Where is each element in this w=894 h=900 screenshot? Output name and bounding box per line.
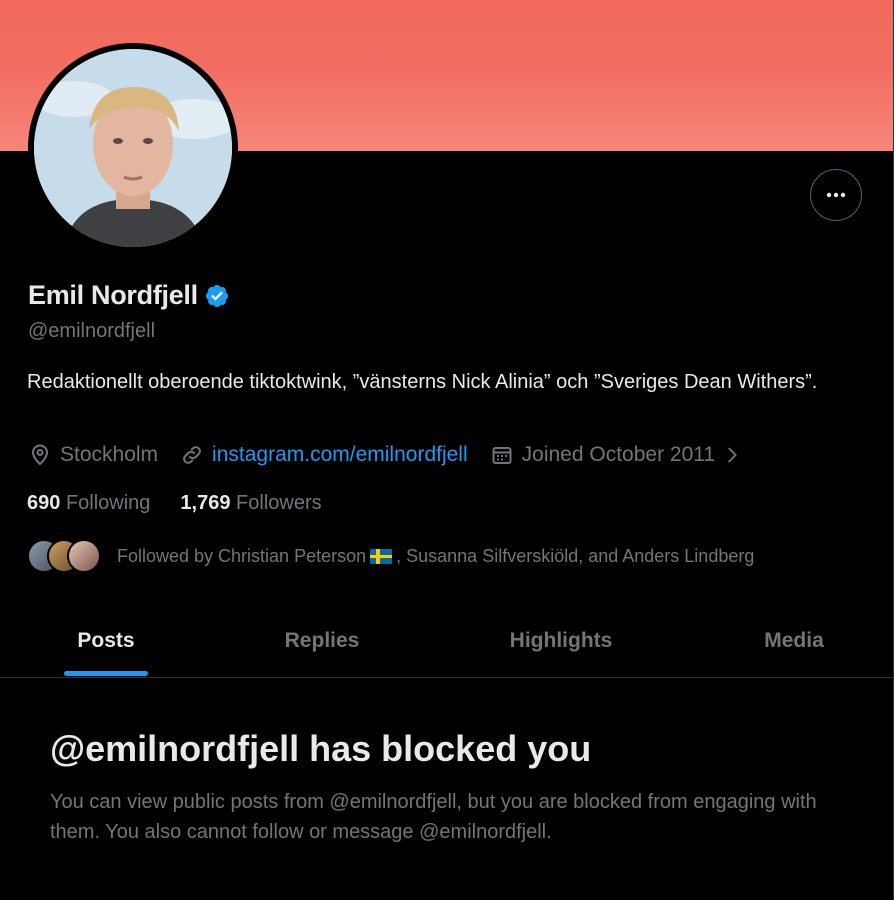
profile-avatar[interactable] — [28, 43, 238, 253]
profile-tabs: Posts Replies Highlights Media — [0, 605, 894, 678]
profile-bio: Redaktionellt oberoende tiktoktwink, ”vä… — [27, 371, 818, 393]
following-link[interactable]: 690 Following — [27, 492, 150, 515]
following-count: 690 — [27, 492, 61, 514]
followers-link[interactable]: 1,769 Followers — [180, 492, 321, 515]
followed-by-prefix: Followed by Christian Peterson — [117, 545, 367, 566]
follow-stats: 690 Following 1,769 Followers — [27, 492, 352, 515]
profile-name: Emil Nordfjell — [28, 280, 198, 310]
followed-by-suffix: , Susanna Silfverskiöld, and Anders Lind… — [396, 545, 755, 566]
more-options-button[interactable] — [810, 169, 862, 221]
profile-joined[interactable]: Joined October 2011 — [490, 443, 743, 467]
avatar-photo — [34, 49, 232, 247]
verified-badge-icon[interactable] — [204, 283, 230, 309]
sweden-flag-icon — [370, 548, 393, 564]
followed-by-text: Followed by Christian Peterson , Susanna… — [117, 546, 754, 567]
link-icon — [183, 446, 201, 464]
active-tab-indicator — [64, 671, 148, 676]
website-link[interactable]: instagram.com/emilnordfjell — [212, 443, 468, 467]
following-label: Following — [65, 492, 151, 514]
avatar — [67, 539, 101, 573]
joined-text: Joined October 2011 — [521, 443, 716, 466]
tab-posts[interactable]: Posts — [20, 605, 192, 677]
calendar-icon — [492, 447, 512, 464]
location-text: Stockholm — [60, 443, 159, 466]
blocked-message: You can view public posts from @emilnord… — [50, 791, 817, 843]
profile-meta-row: Stockholm instagram.com/emilnordfjell Jo… — [28, 443, 765, 467]
followed-by[interactable]: Followed by Christian Peterson , Susanna… — [27, 539, 754, 573]
location-pin-icon — [31, 444, 49, 466]
profile-location: Stockholm — [28, 443, 158, 467]
blocked-title: @emilnordfjell has blocked you — [50, 728, 592, 769]
chevron-right-icon[interactable] — [721, 444, 743, 466]
profile-handle: @emilnordfjell — [28, 320, 156, 342]
tab-media[interactable]: Media — [708, 605, 880, 677]
followers-count: 1,769 — [180, 492, 231, 514]
mutual-avatars — [27, 539, 107, 573]
more-horizontal-icon — [826, 192, 846, 198]
tab-replies[interactable]: Replies — [236, 605, 408, 677]
profile-name-row: Emil Nordfjell — [28, 280, 230, 311]
followers-label: Followers — [236, 492, 322, 514]
tab-highlights[interactable]: Highlights — [461, 605, 661, 677]
profile-website[interactable]: instagram.com/emilnordfjell — [180, 443, 468, 467]
